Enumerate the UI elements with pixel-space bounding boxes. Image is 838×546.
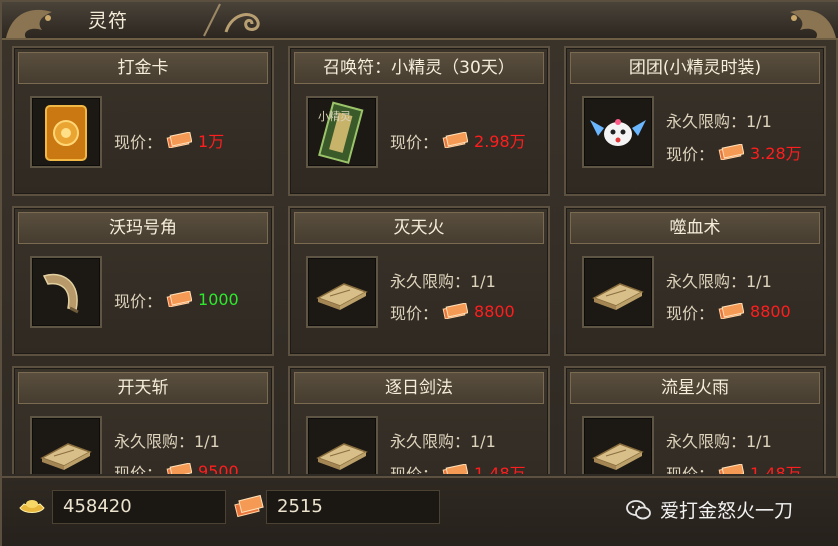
purchase-limit: 永久限购：1/1: [114, 432, 220, 451]
item-card[interactable]: 团团(小精灵时装) 永久限购：1/1 现价： 3.28万: [564, 46, 826, 196]
price-value: 8800: [474, 301, 515, 321]
gold-ingot-icon: [19, 500, 45, 513]
purchase-limit: 永久限购：1/1: [666, 432, 772, 451]
coupon-icon: [166, 132, 193, 148]
item-card[interactable]: 打金卡 现价： 1万: [12, 46, 274, 196]
purchase-limit: 永久限购：1/1: [666, 112, 772, 131]
skill-book-icon: [592, 283, 644, 310]
price-row: 现价： 3.28万: [666, 140, 802, 165]
price-label: 现价：: [666, 145, 715, 164]
item-slot[interactable]: [582, 256, 654, 328]
price-label: 现价：: [390, 465, 438, 474]
coupon-icon: [442, 132, 469, 148]
price-label: 现价：: [666, 465, 714, 474]
item-grid: 打金卡 现价： 1万 召唤符：小精灵（30天） 小精灵 现价： 2.98万 团团…: [8, 42, 834, 474]
price-row: 现价： 8800: [390, 300, 515, 324]
gold-card-icon: [45, 105, 87, 161]
price-label: 现价：: [666, 304, 715, 323]
price-label: 现价：: [114, 133, 163, 152]
coupon-icon: [166, 463, 193, 474]
item-name: 打金卡: [18, 52, 268, 84]
item-slot[interactable]: [30, 416, 102, 474]
item-name: 逐日剑法: [294, 372, 544, 404]
purchase-limit: 永久限购：1/1: [390, 432, 496, 451]
price-row: 现价： 1.48万: [666, 460, 802, 474]
price-value: 1.48万: [750, 464, 802, 474]
item-slot[interactable]: [30, 256, 102, 328]
watermark: 爱打金怒火一刀: [626, 496, 793, 523]
coupon-icon: [234, 494, 264, 518]
price-label: 现价：: [114, 292, 163, 311]
price-label: 现价：: [114, 464, 163, 474]
purchase-limit: 永久限购：1/1: [390, 272, 496, 291]
coupon-amount-field: 2515: [266, 490, 440, 524]
price-row: 现价： 1.48万: [390, 460, 526, 474]
item-card[interactable]: 召唤符：小精灵（30天） 小精灵 现价： 2.98万: [288, 46, 550, 196]
horn-icon: [42, 273, 79, 314]
window-title: 灵符: [88, 10, 129, 32]
price-row: 现价： 9500: [114, 460, 239, 474]
currency-bar: 458420 2515 爱打金怒火一刀: [2, 476, 838, 546]
watermark-text: 爱打金怒火一刀: [660, 500, 794, 522]
item-slot[interactable]: [306, 256, 378, 328]
item-name: 流星火雨: [570, 372, 820, 404]
svg-text:小精灵: 小精灵: [318, 110, 351, 123]
dragon-ornament-icon: [790, 9, 836, 38]
price-value: 8800: [750, 301, 791, 321]
price-row: 现价： 8800: [666, 300, 791, 324]
skill-book-icon: [316, 443, 368, 470]
coupon-icon: [718, 464, 745, 474]
coupon-icon: [166, 291, 193, 307]
item-card[interactable]: 流星火雨 永久限购：1/1 现价： 1.48万: [564, 366, 826, 474]
gold-amount-field: 458420: [52, 490, 226, 524]
item-card[interactable]: 噬血术 永久限购：1/1 现价： 8800: [564, 206, 826, 356]
item-name: 灭天火: [294, 212, 544, 244]
item-slot[interactable]: 小精灵: [306, 96, 378, 168]
item-slot[interactable]: [30, 96, 102, 168]
skill-book-icon: [316, 283, 368, 310]
price-value: 1000: [198, 289, 239, 309]
item-name: 开天斩: [18, 372, 268, 404]
wechat-icon: [626, 499, 651, 519]
item-card[interactable]: 灭天火 永久限购：1/1 现价： 8800: [288, 206, 550, 356]
dragon-ornament-icon: [6, 9, 52, 38]
price-value: 3.28万: [750, 144, 802, 163]
item-name: 团团(小精灵时装): [570, 52, 820, 84]
pet-costume-icon: [590, 119, 646, 146]
item-slot[interactable]: [306, 416, 378, 474]
item-card[interactable]: 开天斩 永久限购：1/1 现价： 9500: [12, 366, 274, 474]
price-value: 9500: [198, 461, 239, 475]
price-value: 1万: [198, 132, 225, 151]
item-slot[interactable]: [582, 416, 654, 474]
price-row: 现价： 2.98万: [390, 128, 526, 153]
coupon-icon: [718, 303, 745, 319]
item-card[interactable]: 逐日剑法 永久限购：1/1 现价： 1.48万: [288, 366, 550, 474]
item-slot[interactable]: [582, 96, 654, 168]
skill-book-icon: [592, 443, 644, 470]
skill-book-icon: [40, 443, 92, 470]
item-name: 召唤符：小精灵（30天）: [294, 52, 544, 84]
price-value: 1.48万: [474, 464, 526, 474]
price-label: 现价：: [390, 304, 439, 323]
price-row: 现价： 1000: [114, 288, 239, 312]
summon-talisman-icon: 小精灵: [318, 101, 364, 164]
shop-window: 灵符 打金卡 现价： 1万 召唤符：小精灵（30天） 小精灵 现价： 2.98万…: [0, 0, 838, 546]
coupon-icon: [442, 303, 469, 319]
price-row: 现价： 1万: [114, 128, 224, 153]
price-label: 现价：: [390, 133, 439, 152]
coupon-icon: [442, 464, 469, 474]
title-bar: 灵符: [2, 2, 838, 40]
item-name: 沃玛号角: [18, 212, 268, 244]
item-name: 噬血术: [570, 212, 820, 244]
item-card[interactable]: 沃玛号角 现价： 1000: [12, 206, 274, 356]
purchase-limit: 永久限购：1/1: [666, 272, 772, 291]
coupon-icon: [718, 144, 745, 160]
price-value: 2.98万: [474, 132, 526, 151]
cloud-swirl-icon: [203, 3, 260, 37]
